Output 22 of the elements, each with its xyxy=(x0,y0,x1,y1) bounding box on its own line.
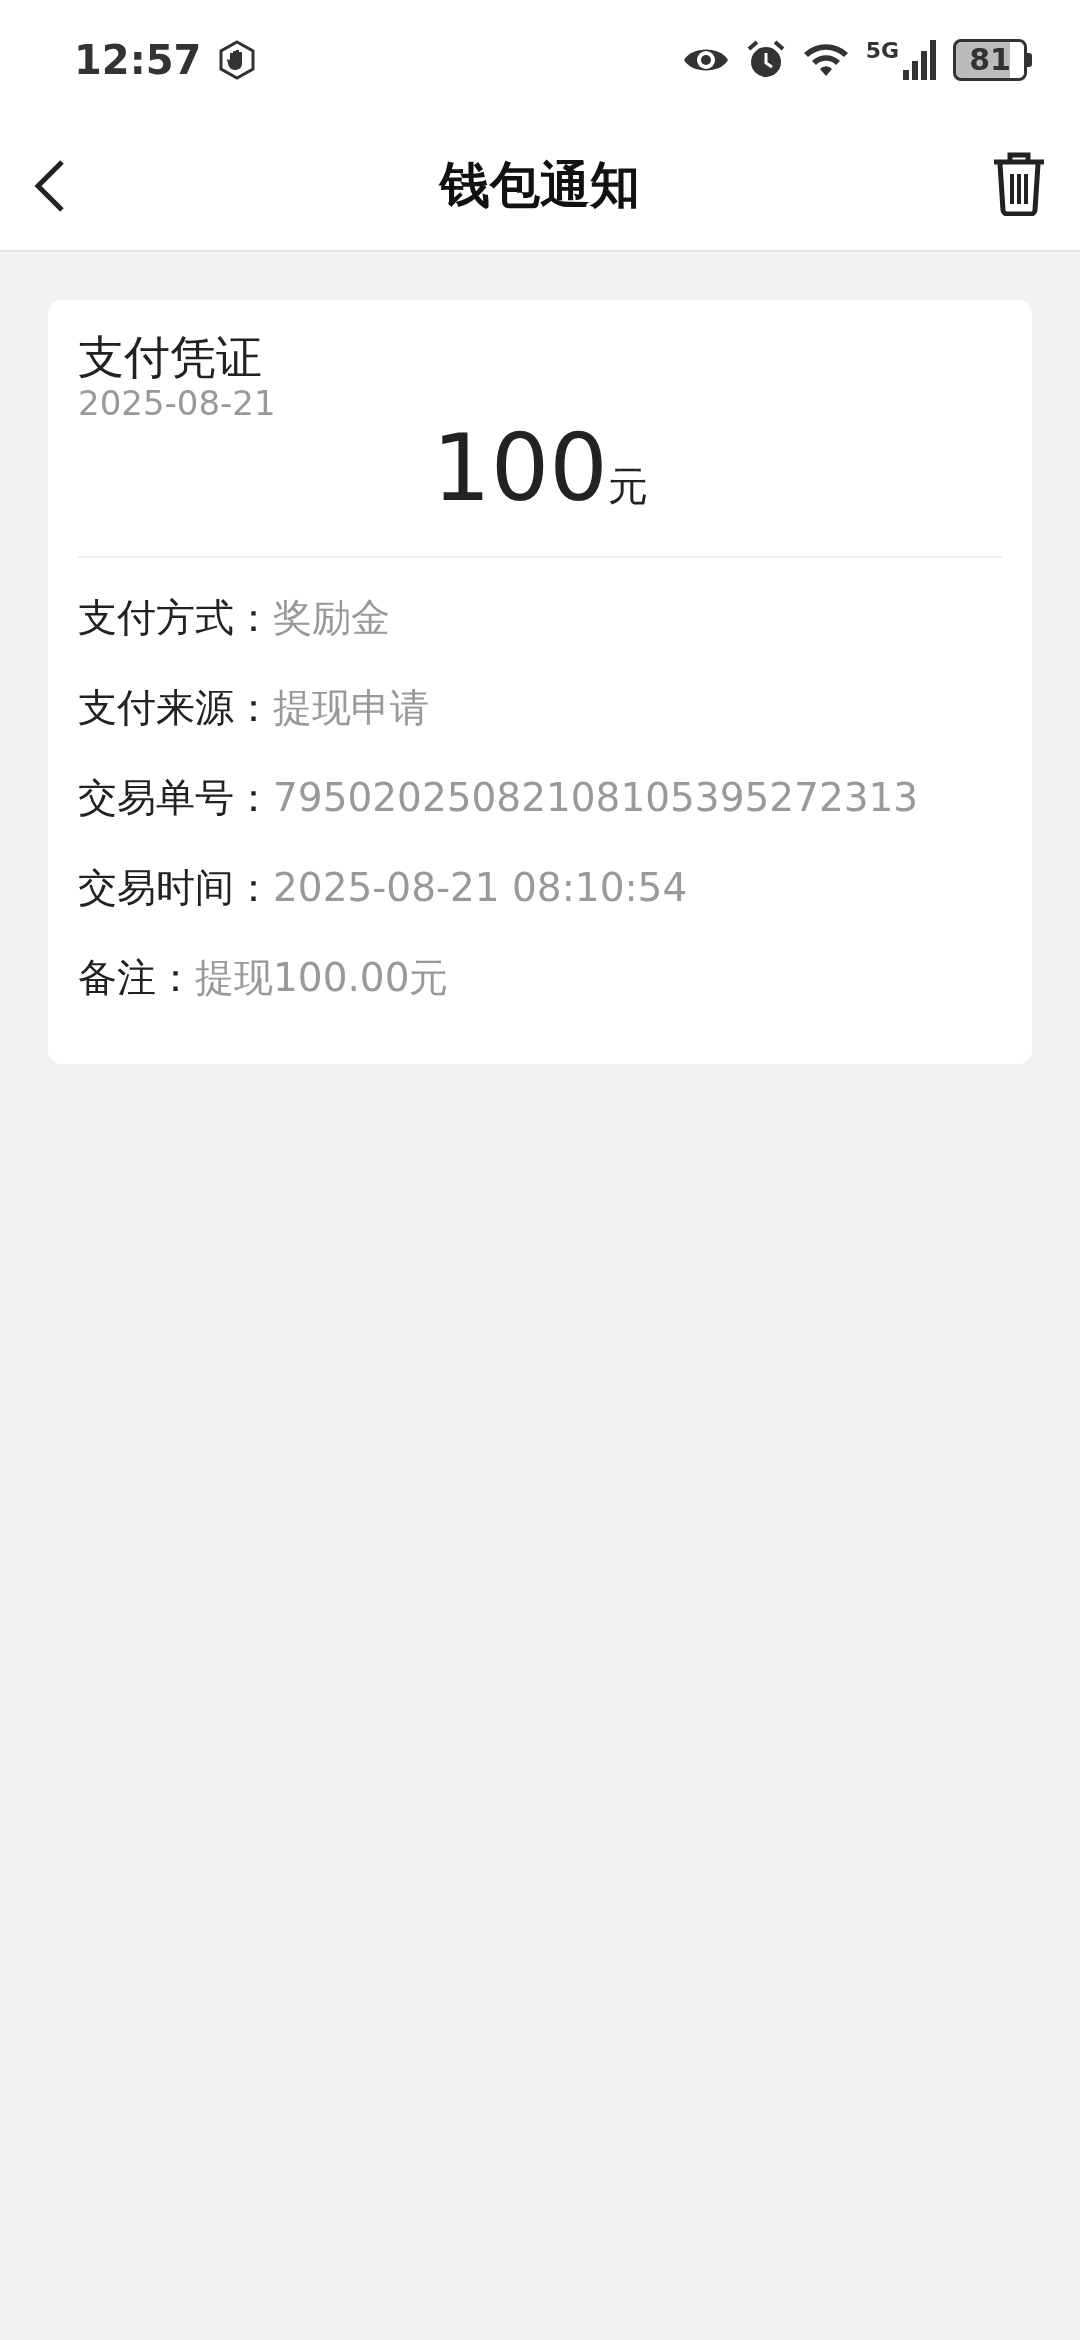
field-value: 提现申请 xyxy=(273,684,429,733)
battery-level: 81 xyxy=(953,39,1027,81)
field-value: 2025-08-21 08:10:54 xyxy=(273,864,688,913)
field-value: 奖励金 xyxy=(273,594,390,643)
field-label: 支付来源： xyxy=(78,684,273,733)
field-label: 交易单号： xyxy=(78,774,273,823)
field-value: 提现100.00元 xyxy=(195,954,449,1003)
signal-icon xyxy=(903,40,937,80)
card-title: 支付凭证 xyxy=(78,330,263,386)
alarm-icon xyxy=(745,40,786,80)
battery-tip-icon xyxy=(1027,53,1032,67)
card-date: 2025-08-21 xyxy=(78,385,277,423)
amount: 100 xyxy=(432,422,608,515)
hand-icon xyxy=(217,40,258,80)
field-value: 79502025082108105395272313 xyxy=(273,774,919,823)
network-label: 5G xyxy=(865,40,899,62)
field-label: 交易时间： xyxy=(78,864,273,913)
status-time: 12:57 xyxy=(74,36,202,85)
field-label: 备注： xyxy=(78,954,195,1003)
amount-unit: 元 xyxy=(607,461,648,511)
field-label: 支付方式： xyxy=(78,594,273,643)
page-title: 钱包通知 xyxy=(440,154,640,216)
